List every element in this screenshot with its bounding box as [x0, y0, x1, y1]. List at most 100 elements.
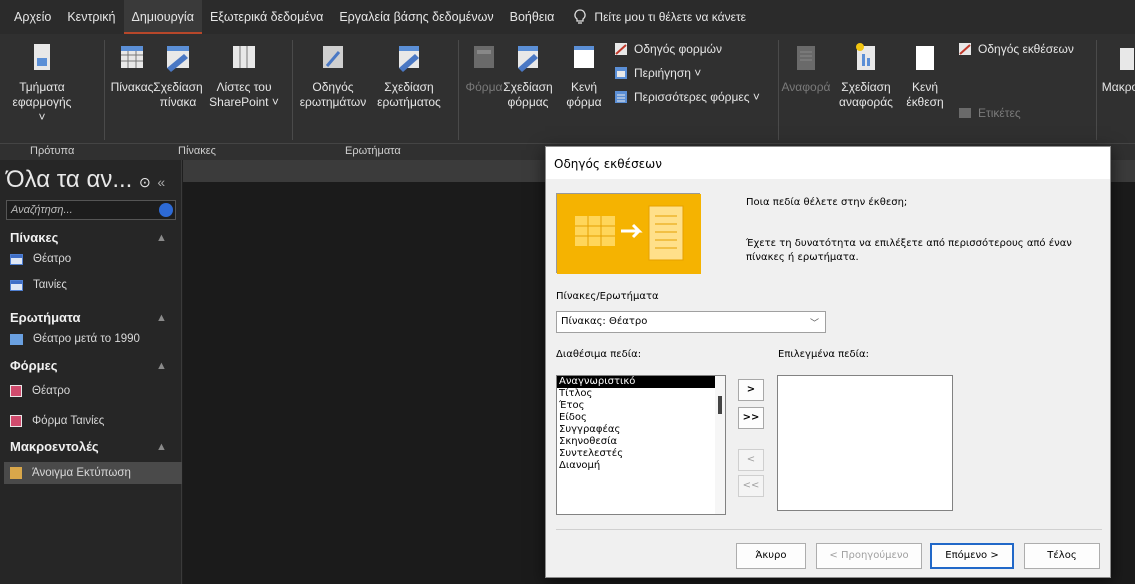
nav-item-macro-open-print[interactable]: Άνοιγμα Εκτύπωση: [4, 462, 182, 484]
application-parts-icon: [34, 44, 50, 70]
selected-fields-list[interactable]: [777, 375, 953, 511]
nav-search-placeholder: Αναζήτηση...: [11, 204, 73, 216]
tab-file[interactable]: Αρχείο: [6, 0, 59, 34]
nav-item-form-theatre[interactable]: Θέατρο: [10, 380, 180, 402]
list-item[interactable]: Έτος: [557, 400, 725, 412]
menu-bar: Αρχείο Κεντρική Δημιουργία Εξωτερικά δεδ…: [0, 0, 1135, 34]
navigation-form-icon: [615, 67, 627, 79]
tell-me-text: Πείτε μου τι θέλετε να κάνετε: [594, 10, 747, 24]
sharepoint-list-icon: [233, 46, 255, 68]
nav-pane-header[interactable]: Όλα τα αν... ⊙ «: [6, 166, 165, 194]
form-button[interactable]: Φόρμα: [464, 42, 504, 95]
collapse-group-icon[interactable]: ▲: [156, 312, 167, 324]
labels-button[interactable]: Ετικέτες: [958, 106, 1021, 120]
list-item[interactable]: Αναγνωριστικό: [557, 376, 725, 388]
report-button[interactable]: Αναφορά: [780, 42, 832, 95]
form-design-icon: [518, 46, 538, 72]
finish-button[interactable]: Τέλος: [1024, 543, 1100, 569]
tab-external-data[interactable]: Εξωτερικά δεδομένα: [202, 0, 331, 34]
list-scrollbar[interactable]: [715, 376, 725, 514]
list-item[interactable]: Συγγραφέας: [557, 424, 725, 436]
macro-button[interactable]: Μακρο: [1100, 42, 1135, 95]
query-design-button[interactable]: Σχεδίαση ερωτήματος: [370, 42, 448, 110]
navigation-pane: Όλα τα αν... ⊙ « Αναζήτηση... Πίνακες ▲ …: [0, 160, 182, 584]
report-icon: [797, 46, 815, 70]
blank-form-button[interactable]: Κενή φόρμα: [560, 42, 608, 110]
more-forms-button[interactable]: Περισσότερες φόρμες ˅: [614, 90, 760, 104]
nav-group-forms[interactable]: Φόρμες: [10, 358, 58, 373]
nav-item-table-theatre[interactable]: Θέατρο: [10, 248, 180, 270]
report-design-button[interactable]: Σχεδίαση αναφοράς: [834, 42, 898, 110]
nav-group-macros[interactable]: Μακροεντολές: [10, 439, 99, 454]
collapse-group-icon[interactable]: ▲: [156, 360, 167, 372]
form-icon: [10, 385, 22, 397]
app-parts-button[interactable]: Τμήματα εφαρμογής ˅: [8, 42, 76, 125]
query-wizard-button[interactable]: Οδηγός ερωτημάτων: [298, 42, 368, 110]
ribbon-separator: [104, 40, 105, 140]
list-item[interactable]: Τίτλος: [557, 388, 725, 400]
tab-home[interactable]: Κεντρική: [59, 0, 123, 34]
query-wizard-icon: [323, 46, 343, 68]
next-button[interactable]: Επόμενο >: [930, 543, 1014, 569]
navigation-button[interactable]: Περιήγηση ˅: [614, 66, 701, 80]
wizard-hint: Έχετε τη δυνατότητα να επιλέξετε από περ…: [746, 238, 1072, 263]
nav-item-form-movies[interactable]: Φόρμα Ταινίες: [10, 410, 180, 432]
list-item[interactable]: Είδος: [557, 412, 725, 424]
tables-queries-select[interactable]: Πίνακας: Θέατρο ﹀: [556, 311, 826, 333]
selected-fields-label: Επιλεγμένα πεδία:: [778, 349, 869, 360]
report-wizard-dialog: Οδηγός εκθέσεων Ποια πεδία θέλετε στην έ…: [545, 146, 1111, 578]
remove-all-fields-button[interactable]: <<: [738, 475, 764, 497]
report-wizard-button[interactable]: Οδηγός εκθέσεων: [958, 42, 1074, 56]
tab-create[interactable]: Δημιουργία: [123, 0, 202, 34]
search-icon[interactable]: [159, 203, 173, 217]
form-wizard-button[interactable]: Οδηγός φορμών: [614, 42, 722, 56]
cancel-button[interactable]: Άκυρο: [736, 543, 806, 569]
report-wizard-icon: [959, 43, 971, 55]
chevron-down-icon[interactable]: ﹀: [810, 316, 819, 329]
add-all-fields-button[interactable]: >>: [738, 407, 764, 429]
nav-pane-title: Όλα τα αν...: [6, 166, 133, 193]
wizard-question: Ποια πεδία θέλετε στην έκθεση;: [746, 197, 908, 208]
nav-group-queries[interactable]: Ερωτήματα: [10, 310, 80, 325]
collapse-group-icon[interactable]: ▲: [156, 441, 167, 453]
nav-group-tables[interactable]: Πίνακες: [10, 230, 58, 245]
query-icon: [10, 333, 23, 345]
nav-collapse-icon[interactable]: «: [157, 174, 165, 190]
sharepoint-lists-button[interactable]: Λίστες του SharePoint ˅: [206, 42, 282, 110]
report-design-icon: [856, 43, 875, 70]
ribbon-separator: [458, 40, 459, 140]
dialog-title: Οδηγός εκθέσεων: [546, 147, 1110, 179]
form-design-button[interactable]: Σχεδίαση φόρμας: [500, 42, 556, 110]
blank-report-button[interactable]: Κενή έκθεση: [898, 42, 952, 110]
ribbon-separator: [292, 40, 293, 140]
nav-menu-chevron-icon[interactable]: ⊙: [139, 174, 151, 190]
available-fields-list[interactable]: Αναγνωριστικό Τίτλος Έτος Είδος Συγγραφέ…: [556, 375, 726, 515]
tab-database-tools[interactable]: Εργαλεία βάσης δεδομένων: [331, 0, 501, 34]
table-button[interactable]: Πίνακας: [111, 42, 153, 95]
ribbon: Τμήματα εφαρμογής ˅ Πίνακας Σχεδίαση πίν…: [0, 34, 1135, 144]
nav-item-query-theatre-after-1990[interactable]: Θέατρο μετά το 1990: [10, 328, 180, 350]
back-button[interactable]: < Προηγούμενο: [816, 543, 922, 569]
table-icon: [10, 279, 23, 291]
form-wizard-icon: [615, 43, 627, 55]
nav-item-table-movies[interactable]: Ταινίες: [10, 274, 180, 296]
list-item[interactable]: Σκηνοθεσία: [557, 436, 725, 448]
add-field-button[interactable]: >: [738, 379, 764, 401]
collapse-group-icon[interactable]: ▲: [156, 232, 167, 244]
macro-icon: [1120, 48, 1134, 70]
scrollbar-thumb[interactable]: [718, 396, 722, 414]
remove-field-button[interactable]: <: [738, 449, 764, 471]
tell-me-box[interactable]: Πείτε μου τι θέλετε να κάνετε: [562, 9, 746, 25]
table-icon: [121, 46, 143, 68]
list-item[interactable]: Διανομή: [557, 460, 725, 472]
list-item[interactable]: Συντελεστές: [557, 448, 725, 460]
nav-search-input[interactable]: Αναζήτηση...: [6, 200, 176, 220]
table-design-button[interactable]: Σχεδίαση πίνακα: [152, 42, 204, 110]
ribbon-separator: [778, 40, 779, 140]
table-icon: [10, 253, 23, 265]
form-icon: [10, 415, 22, 427]
tab-help[interactable]: Βοήθεια: [502, 0, 563, 34]
blank-report-icon: [916, 46, 934, 70]
ribbon-separator: [1096, 40, 1097, 140]
group-label-tables: Πίνακες: [178, 145, 216, 157]
